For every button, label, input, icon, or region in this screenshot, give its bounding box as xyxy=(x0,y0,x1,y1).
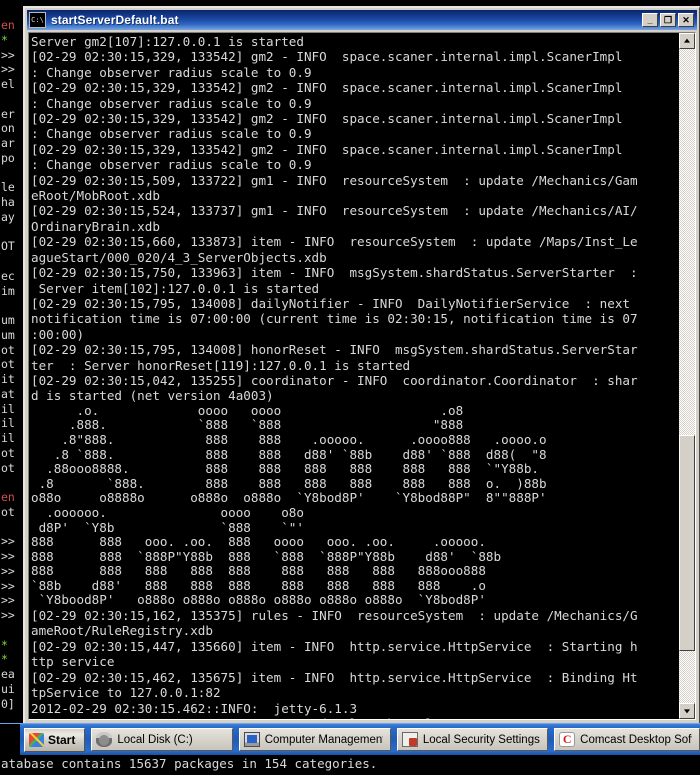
taskbar-button-label: Local Disk (C:) xyxy=(117,733,193,746)
window-title: startServerDefault.bat xyxy=(51,13,179,27)
taskbar-button-label: Local Security Settings xyxy=(422,733,540,746)
console-line: [02-29 02:30:15,462, 135675] item - INFO… xyxy=(31,669,638,685)
console-client-area: Server gm2[107]:127.0.0.1 is started [02-… xyxy=(28,32,696,720)
console-line: o88o o8888o o888o o888o `Y8bod8P' `Y8bod… xyxy=(31,490,547,506)
taskbar-button-local-security-settings[interactable]: Local Security Settings xyxy=(396,728,549,751)
disk-icon xyxy=(96,732,113,747)
console-line: .o. oooo oooo .o8 xyxy=(31,402,464,418)
close-button[interactable]: ✕ xyxy=(678,13,694,27)
console-output[interactable]: Server gm2[107]:127.0.0.1 is started [02-… xyxy=(29,33,679,719)
console-line: 888 888 888 888 888 888 888 888 888ooo88… xyxy=(31,563,486,579)
chevron-down-icon xyxy=(684,709,690,714)
console-line: [02-29 02:30:15,329, 133542] gm2 - INFO … xyxy=(31,141,623,157)
title-bar[interactable]: C:\ startServerDefault.bat _ ❐ ✕ xyxy=(27,10,697,30)
taskbar-button-comcast-desktop-software[interactable]: C Comcast Desktop Software xyxy=(554,728,700,751)
console-line: [02-29 02:30:15,329, 133542] gm2 - INFO … xyxy=(31,80,623,96)
console-line: d is started (net version 4a003) xyxy=(31,388,274,404)
scroll-up-button[interactable] xyxy=(679,33,695,49)
console-line: [02-29 02:30:15,750, 133963] item - INFO… xyxy=(31,265,638,281)
console-line: 2012-02-29 02:30:15.507::INFO: Started S… xyxy=(31,716,679,719)
desktop: en * >> >> el er on ar po le ha ay OT ec im um um ot… xyxy=(0,0,700,775)
console-line: [02-29 02:30:15,795, 134008] honorReset … xyxy=(31,342,638,358)
start-button-label: Start xyxy=(48,732,76,747)
taskbar-button-label: Computer Management xyxy=(264,733,383,746)
console-line: 2012-02-29 02:30:15.462::INFO: jetty-6.1… xyxy=(31,700,358,716)
console-line: ttp service xyxy=(31,654,115,670)
scrollbar-track[interactable] xyxy=(679,49,695,703)
console-line: .8 `888. 888 888 888 888 888 888 o. )88b xyxy=(31,475,547,491)
console-icon: C:\ xyxy=(29,12,46,28)
console-line: [02-29 02:30:15,524, 133737] gm1 - INFO … xyxy=(31,203,638,219)
console-line: eRoot/MobRoot.xdb xyxy=(31,188,160,204)
console-line: [02-29 02:30:15,042, 135255] coordinator… xyxy=(31,372,638,388)
console-line: [02-29 02:30:15,329, 133542] gm2 - INFO … xyxy=(31,111,623,127)
taskbar[interactable]: Start Local Disk (C:) Computer Managemen… xyxy=(0,723,700,755)
console-line: .8"888. 888 888 .ooooo. .oooo888 .oooo.o xyxy=(31,431,547,447)
console-line: : Change observer radius scale to 0.9 xyxy=(31,157,312,173)
taskbar-button-local-disk[interactable]: Local Disk (C:) xyxy=(91,728,233,751)
console-line: [02-29 02:30:15,162, 135375] rules - INF… xyxy=(31,608,638,624)
console-line: `88b d88' 888 888 888 888 888 888 888 .o xyxy=(31,577,486,593)
console-line: d8P' `Y8b `888 `"' xyxy=(31,519,304,535)
scrollbar-thumb[interactable] xyxy=(679,435,695,651)
console-line: .88ooo8888. 888 888 888 888 888 888 `"Y8… xyxy=(31,461,539,477)
security-icon xyxy=(401,732,418,747)
maximize-button[interactable]: ❐ xyxy=(660,13,676,27)
taskbar-button-computer-management[interactable]: Computer Management xyxy=(238,728,391,751)
windows-flag-icon xyxy=(29,732,44,747)
console-line: notification time is 07:00:00 (current t… xyxy=(31,311,638,327)
console-window[interactable]: C:\ startServerDefault.bat _ ❐ ✕ Server … xyxy=(23,6,700,724)
console-line: : Change observer radius scale to 0.9 xyxy=(31,95,312,111)
console-line: `Y8bood8P' o888o o888o o888o o888o o888o… xyxy=(31,592,486,608)
console-line: Server item[102]:127.0.0.1 is started xyxy=(31,280,320,296)
scroll-down-button[interactable] xyxy=(679,703,695,719)
chevron-up-icon xyxy=(684,38,690,43)
console-line: OrdinaryBrain.xdb xyxy=(31,218,160,234)
console-line: [02-29 02:30:15,795, 134008] dailyNotifi… xyxy=(31,295,630,311)
window-controls: _ ❐ ✕ xyxy=(642,13,694,27)
console-line: [02-29 02:30:15,660, 133873] item - INFO… xyxy=(31,234,638,250)
console-line: agueStart/000_020/4_3_ServerObjects.xdb xyxy=(31,249,327,265)
vertical-scrollbar[interactable] xyxy=(679,33,695,719)
console-line: [02-29 02:30:15,509, 133722] gm1 - INFO … xyxy=(31,172,638,188)
console-line: [02-29 02:30:15,329, 133542] gm2 - INFO … xyxy=(31,49,623,65)
minimize-button[interactable]: _ xyxy=(642,13,658,27)
console-line: .oooooo. oooo o8o xyxy=(31,504,304,520)
console-line: :00:00) xyxy=(31,326,85,342)
console-line: .888. `888 `888 "888 xyxy=(31,417,464,433)
console-line: ter : Server honorReset[119]:127.0.0.1 i… xyxy=(31,357,411,373)
console-line: : Change observer radius scale to 0.9 xyxy=(31,126,312,142)
console-line: 888 888 ooo. .oo. 888 oooo ooo. .oo. .oo… xyxy=(31,534,486,550)
console-line: [02-29 02:30:15,447, 135660] item - INFO… xyxy=(31,638,638,654)
console-line: tpService to 127.0.0.1:82 xyxy=(31,685,221,701)
background-terminal-status-line: atabase contains 15637 packages in 154 c… xyxy=(0,755,700,775)
console-line: .8 `888. 888 888 d88' `88b d88' `888 d88… xyxy=(31,446,547,462)
console-line: Server gm2[107]:127.0.0.1 is started xyxy=(31,34,304,49)
console-line: ameRoot/RuleRegistry.xdb xyxy=(31,623,213,639)
start-button[interactable]: Start xyxy=(24,727,86,752)
taskbar-button-label: Comcast Desktop Software xyxy=(580,733,692,746)
console-line: : Change observer radius scale to 0.9 xyxy=(31,64,312,80)
taskbar-left-gap xyxy=(0,724,20,755)
monitor-icon xyxy=(243,732,260,747)
comcast-icon: C xyxy=(559,732,576,747)
console-line: 888 888 `888P"Y88b 888 `888 `888P"Y88b d… xyxy=(31,548,502,564)
